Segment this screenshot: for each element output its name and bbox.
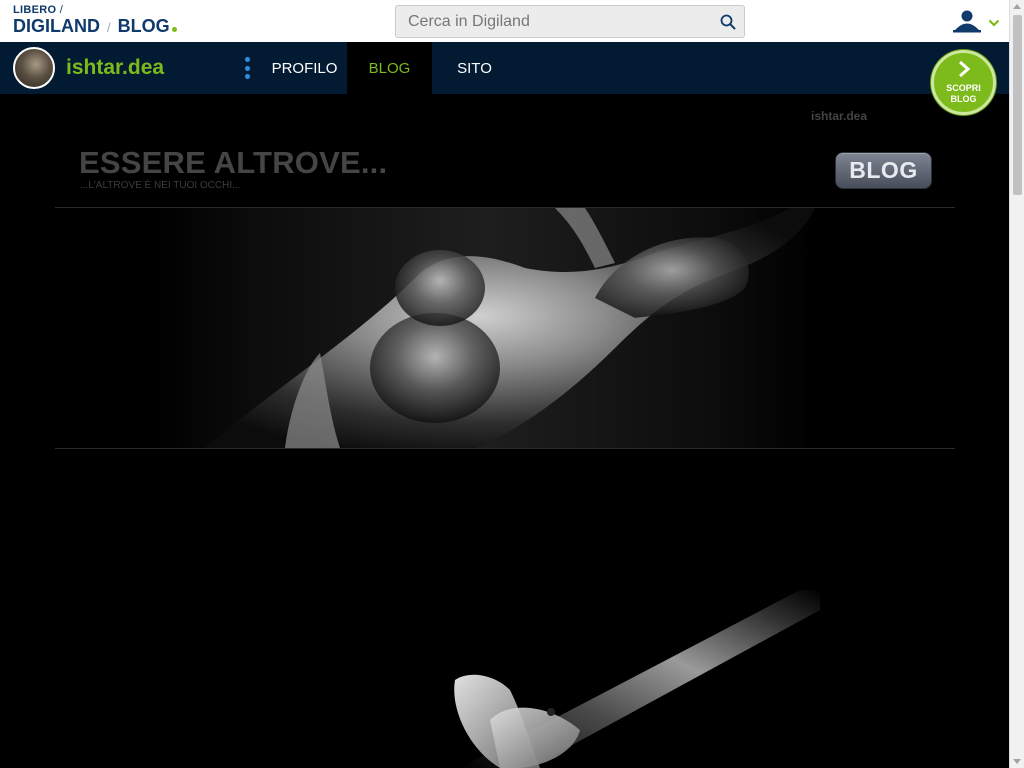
top-bar: LIBERO / DIGILAND / BLOG	[0, 0, 1009, 42]
logo-libero-sep: /	[59, 4, 64, 16]
scopri-blog-button[interactable]: SCOPRI BLOG	[931, 50, 996, 115]
search-icon[interactable]	[712, 6, 744, 37]
scroll-thumb[interactable]	[1013, 15, 1022, 195]
scopri-label: SCOPRI	[946, 83, 981, 93]
post-image-butterfly	[380, 590, 820, 768]
avatar[interactable]	[13, 47, 55, 89]
logo-blog-text: BLOG	[117, 16, 170, 36]
libero-digiland-blog-logo[interactable]: LIBERO / DIGILAND / BLOG	[13, 4, 177, 38]
logo-libero-text: LIBERO	[13, 4, 57, 16]
logo-separator: /	[107, 20, 111, 35]
more-options-icon[interactable]	[243, 57, 251, 79]
tab-sito[interactable]: SITO	[432, 42, 517, 94]
banner-divider-bottom	[55, 448, 955, 449]
page-scrollbar[interactable]	[1009, 0, 1024, 768]
logo-green-dot	[171, 27, 177, 32]
scroll-down-arrow-icon[interactable]	[1013, 759, 1021, 764]
blog-owner-link[interactable]: ishtar.dea	[811, 109, 867, 123]
scroll-up-arrow-icon[interactable]	[1013, 4, 1021, 9]
blog-badge: BLOG	[835, 152, 932, 189]
profile-nav-bar: ishtar.dea PROFILO BLOG SITO	[0, 42, 1009, 94]
username-link[interactable]: ishtar.dea	[66, 56, 164, 80]
blog-title[interactable]: ESSERE ALTROVE...	[79, 145, 387, 181]
chevron-right-icon	[957, 60, 971, 83]
tab-blog[interactable]: BLOG	[347, 42, 432, 94]
logo-digiland-blog: DIGILAND / BLOG	[13, 16, 177, 38]
user-menu-button[interactable]	[950, 8, 1000, 39]
blog-subtitle: ...L'ALTROVE È NEI TUOI OCCHI...	[80, 180, 241, 191]
tab-profilo[interactable]: PROFILO	[262, 42, 347, 94]
search-box	[395, 5, 745, 38]
logo-libero: LIBERO /	[13, 4, 177, 16]
scopri-blog-label: BLOG	[950, 94, 977, 104]
user-icon	[950, 8, 984, 39]
chevron-down-icon	[988, 15, 1000, 33]
search-input[interactable]	[396, 6, 712, 37]
logo-digiland-text: DIGILAND	[13, 16, 100, 36]
blog-banner-image	[55, 208, 955, 448]
